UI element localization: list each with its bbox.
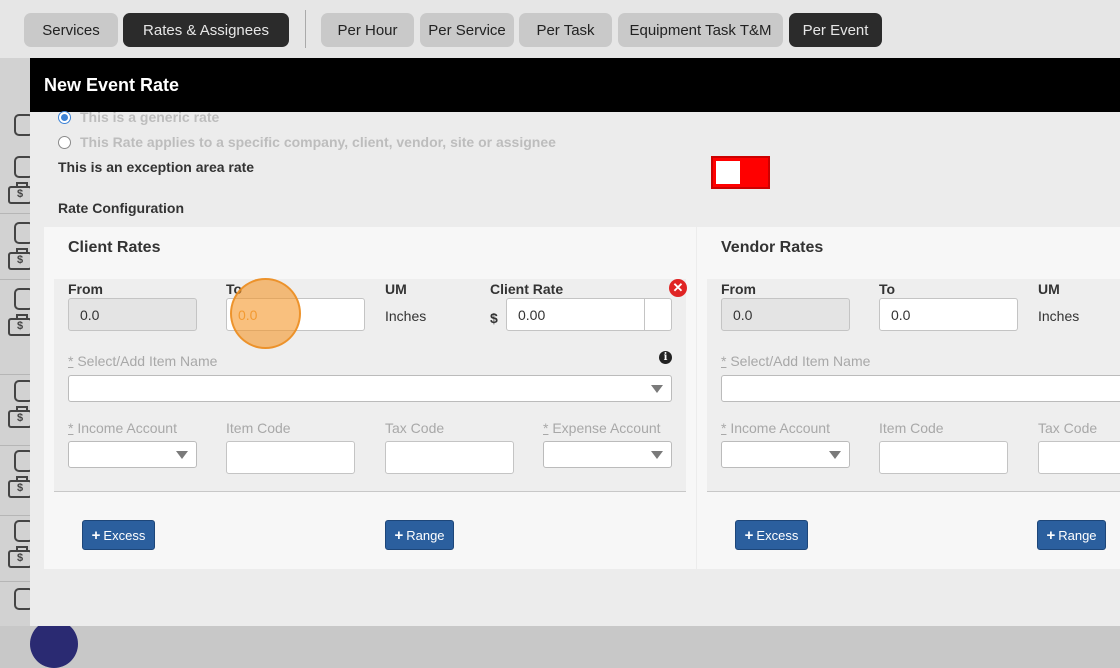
toggle-knob <box>716 161 740 184</box>
item-code-input[interactable] <box>879 441 1008 474</box>
tax-code-label: Tax Code <box>1038 420 1098 436</box>
vendor-rates-title: Vendor Rates <box>721 239 824 256</box>
item-code-label: Item Code <box>226 420 291 436</box>
row-divider <box>0 374 30 375</box>
exception-area-label: This is an exception area rate <box>58 159 255 175</box>
tab-per-hour[interactable]: Per Hour <box>321 13 414 47</box>
from-label: From <box>68 281 103 297</box>
row-divider <box>0 213 30 214</box>
generic-rate-option[interactable]: This is a generic rate <box>58 109 219 125</box>
chevron-down-icon <box>651 385 663 393</box>
modal-title: New Event Rate <box>30 58 1120 112</box>
um-value: Inches <box>385 308 427 324</box>
new-event-rate-modal: New Event Rate This is a generic rate Th… <box>30 58 1120 626</box>
tab-services[interactable]: Services <box>24 13 118 47</box>
chevron-down-icon <box>176 451 188 459</box>
item-name-select[interactable] <box>68 375 672 402</box>
specific-rate-option[interactable]: This Rate applies to a specific company,… <box>58 134 556 150</box>
plus-icon: + <box>394 526 404 544</box>
row-divider <box>0 515 30 516</box>
briefcase-dollar-icon <box>8 406 32 428</box>
briefcase-dollar-icon <box>8 248 32 270</box>
tab-rates-assignees[interactable]: Rates & Assignees <box>123 13 289 47</box>
background-list <box>0 58 34 626</box>
income-account-label: * Income Account <box>68 420 177 436</box>
tab-divider <box>305 10 306 48</box>
radio-button[interactable] <box>58 135 71 149</box>
row-divider <box>0 581 30 582</box>
row-divider <box>0 279 30 280</box>
tab-per-event[interactable]: Per Event <box>789 13 882 47</box>
income-account-select[interactable] <box>68 441 197 468</box>
chevron-down-icon <box>829 451 841 459</box>
row-divider <box>0 445 30 446</box>
rate-addon <box>645 298 672 331</box>
remove-row-icon[interactable]: ✕ <box>669 279 687 297</box>
client-rate-label: Client Rate <box>490 281 564 297</box>
briefcase-dollar-icon <box>8 314 32 336</box>
add-excess-button[interactable]: + Excess <box>735 520 808 550</box>
info-icon[interactable]: i <box>659 351 672 364</box>
item-code-label: Item Code <box>879 420 944 436</box>
to-input[interactable]: 0.0 <box>879 298 1018 331</box>
currency-symbol: $ <box>490 310 498 326</box>
from-input: 0.0 <box>721 298 850 331</box>
tax-code-input[interactable] <box>385 441 514 474</box>
briefcase-dollar-icon <box>8 182 32 204</box>
add-range-button[interactable]: + Range <box>385 520 454 550</box>
chevron-down-icon <box>651 451 663 459</box>
add-range-button[interactable]: + Range <box>1037 520 1106 550</box>
client-rate-input[interactable]: 0.00 <box>506 298 645 331</box>
tax-code-label: Tax Code <box>385 420 445 436</box>
rate-configuration-label: Rate Configuration <box>58 200 184 216</box>
to-label: To <box>879 281 896 297</box>
top-tab-bar: Services Rates & Assignees Per Hour Per … <box>0 0 1120 58</box>
tab-per-service[interactable]: Per Service <box>420 13 514 47</box>
add-excess-button[interactable]: + Excess <box>82 520 155 550</box>
radio-button[interactable] <box>58 110 71 124</box>
from-input: 0.0 <box>68 298 197 331</box>
expense-account-select[interactable] <box>543 441 672 468</box>
generic-rate-label: This is a generic rate <box>80 109 220 125</box>
um-label: UM <box>1038 281 1060 297</box>
plus-icon: + <box>1046 526 1056 544</box>
client-rates-title: Client Rates <box>68 239 161 256</box>
briefcase-dollar-icon <box>8 476 32 498</box>
item-name-select[interactable] <box>721 375 1120 402</box>
client-rates-panel: Client Rates From To UM Client Rate ✕ 0.… <box>44 227 696 569</box>
item-code-input[interactable] <box>226 441 355 474</box>
um-label: UM <box>385 281 407 297</box>
exception-area-toggle[interactable] <box>711 156 770 189</box>
tap-indicator <box>230 278 301 349</box>
income-account-select[interactable] <box>721 441 850 468</box>
plus-icon: + <box>91 526 101 544</box>
item-name-label: * Select/Add Item Name <box>68 353 218 369</box>
tax-code-input[interactable] <box>1038 441 1120 474</box>
item-name-label: * Select/Add Item Name <box>721 353 871 369</box>
income-account-label: * Income Account <box>721 420 830 436</box>
plus-icon: + <box>744 526 754 544</box>
expense-account-label: * Expense Account <box>543 420 661 436</box>
tab-equipment-task-tm[interactable]: Equipment Task T&M <box>618 13 783 47</box>
avatar <box>30 620 78 668</box>
um-value: Inches <box>1038 308 1080 324</box>
vendor-rates-panel: Vendor Rates From To UM 0.0 0.0 Inches *… <box>697 227 1120 569</box>
briefcase-dollar-icon <box>8 546 32 568</box>
specific-rate-label: This Rate applies to a specific company,… <box>80 134 556 150</box>
tab-per-task[interactable]: Per Task <box>519 13 612 47</box>
from-label: From <box>721 281 756 297</box>
